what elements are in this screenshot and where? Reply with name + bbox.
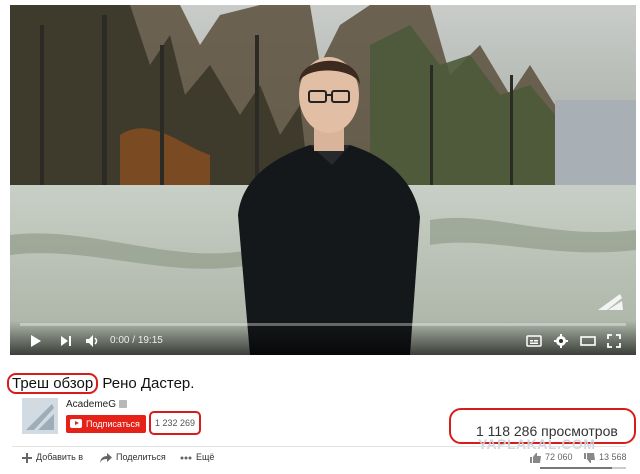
add-to-label: Добавить в [36,452,84,462]
share-label: Поделиться [116,452,166,462]
subscriber-count: 1 232 269 [149,411,201,435]
like-button[interactable]: 72 060 [530,452,573,463]
total-time: 19:15 [137,335,163,346]
channel-name[interactable]: AcademeG [66,399,128,410]
time-separator: / [132,335,136,346]
theater-mode-icon[interactable] [580,333,596,349]
video-player[interactable]: 0:00 / 19:15 [10,5,636,355]
player-controls: 0:00 / 19:15 [10,321,636,355]
progress-bar[interactable] [20,323,626,326]
like-count: 72 060 [545,452,573,462]
more-label: Ещё [196,452,215,462]
next-icon[interactable] [58,333,74,349]
title-highlight: Треш обзор [7,373,99,394]
subtitles-icon[interactable] [526,333,542,349]
like-ratio-fill [540,467,613,469]
channel-avatar[interactable] [22,398,58,434]
share-icon [100,452,112,463]
thumbs-up-icon [530,452,541,463]
plus-icon [22,452,32,463]
more-dots-icon [180,456,192,460]
more-button[interactable]: Ещё [180,452,214,462]
site-watermark: YAPLAKAL.COM [478,436,596,452]
video-title: Треш обзор Рено Дастер. [7,373,195,394]
divider [12,446,626,447]
volume-icon[interactable] [84,333,100,349]
youtube-logo-icon [70,419,82,428]
like-ratio-bar [540,467,626,469]
dislike-count: 13 568 [599,452,627,462]
current-time: 0:00 [110,335,130,346]
time-display: 0:00 / 19:15 [110,335,163,346]
dislike-button[interactable]: 13 568 [584,452,627,463]
verified-icon [119,400,128,409]
thumbs-down-icon [584,452,595,463]
share-button[interactable]: Поделиться [100,452,166,463]
fullscreen-icon[interactable] [606,333,622,349]
subscribe-label: Подписаться [86,419,140,429]
play-icon[interactable] [28,333,44,349]
settings-gear-icon[interactable] [553,333,569,349]
add-to-button[interactable]: Добавить в [22,452,83,463]
video-frame [10,5,636,355]
title-rest: Рено Дастер. [98,375,195,392]
channel-name-text[interactable]: AcademeG [66,399,116,410]
subscribe-button[interactable]: Подписаться [66,415,146,433]
